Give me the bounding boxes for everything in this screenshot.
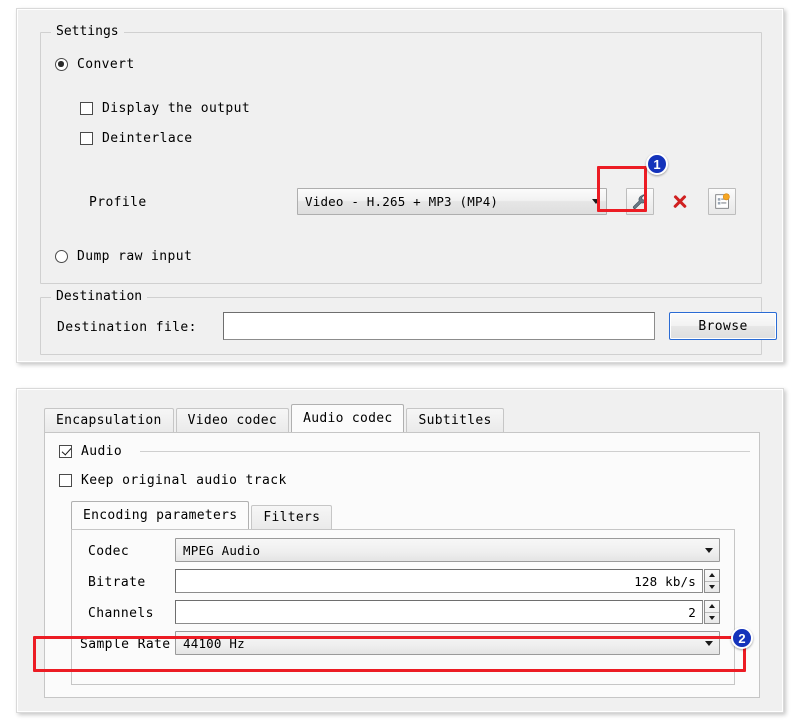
- sample-rate-combobox[interactable]: 44100 Hz: [175, 631, 720, 655]
- convert-radio[interactable]: Convert: [55, 57, 135, 72]
- deinterlace-checkbox[interactable]: Deinterlace: [80, 131, 193, 146]
- profile-combobox[interactable]: Video - H.265 + MP3 (MP4): [297, 188, 607, 215]
- red-x-icon: [671, 193, 689, 211]
- tab-filters[interactable]: Filters: [251, 505, 333, 529]
- channels-input[interactable]: 2: [175, 600, 703, 624]
- tab-encoding-parameters-label: Encoding parameters: [83, 508, 238, 523]
- encoding-parameters-tabpage: Codec MPEG Audio Bitrate 128 kb/s Channe…: [71, 529, 735, 685]
- chevron-down-icon: [586, 189, 606, 214]
- profile-label: Profile: [89, 195, 147, 210]
- bitrate-label: Bitrate: [88, 575, 146, 590]
- wrench-icon: [632, 193, 647, 209]
- profile-edition-window: Encapsulation Video codec Audio codec Su…: [16, 388, 784, 713]
- tab-audio-codec[interactable]: Audio codec: [291, 404, 405, 432]
- convert-settings-window-body: Settings Convert Display the output Dein…: [17, 9, 783, 362]
- codec-combobox-value: MPEG Audio: [183, 542, 261, 558]
- sample-rate-label: Sample Rate: [80, 637, 171, 652]
- codec-tabstrip: Encapsulation Video codec Audio codec Su…: [44, 404, 506, 432]
- convert-radio-label: Convert: [77, 57, 135, 72]
- audio-codec-tabpage: Audio Keep original audio track Encoding…: [44, 432, 760, 698]
- tab-encapsulation[interactable]: Encapsulation: [44, 408, 174, 432]
- channels-stepper-up[interactable]: [705, 601, 719, 613]
- bitrate-input[interactable]: 128 kb/s: [175, 569, 703, 593]
- new-profile-icon: [714, 193, 730, 209]
- edit-profile-button[interactable]: [626, 188, 654, 215]
- dump-raw-input-radio[interactable]: Dump raw input: [55, 249, 192, 264]
- tab-video-codec-label: Video codec: [187, 413, 278, 428]
- channels-value: 2: [688, 604, 696, 620]
- channels-stepper[interactable]: [704, 600, 720, 624]
- destination-groupbox-title: Destination: [51, 289, 148, 305]
- destination-groupbox: Destination Destination file: Browse: [40, 289, 777, 355]
- display-output-checkbox[interactable]: Display the output: [80, 101, 250, 116]
- checkbox-empty-icon: [59, 474, 72, 487]
- delete-profile-button[interactable]: [666, 188, 694, 215]
- bitrate-stepper[interactable]: [704, 569, 720, 593]
- audio-enable-label: Audio: [81, 444, 123, 459]
- tab-audio-codec-label: Audio codec: [303, 411, 393, 426]
- tab-subtitles-label: Subtitles: [418, 413, 492, 428]
- keep-original-track-label: Keep original audio track: [81, 473, 287, 488]
- convert-settings-window: Settings Convert Display the output Dein…: [16, 8, 784, 363]
- keep-original-track-checkbox[interactable]: Keep original audio track: [59, 473, 287, 488]
- profile-combobox-value: Video - H.265 + MP3 (MP4): [305, 194, 499, 209]
- bitrate-value: 128 kb/s: [634, 573, 696, 589]
- chevron-down-icon: [699, 539, 719, 561]
- codec-combobox[interactable]: MPEG Audio: [175, 538, 720, 562]
- new-profile-button[interactable]: [708, 188, 736, 215]
- audio-enable-checkbox[interactable]: Audio: [59, 444, 122, 459]
- bitrate-stepper-up[interactable]: [705, 570, 719, 582]
- tab-encoding-parameters[interactable]: Encoding parameters: [71, 501, 250, 529]
- tab-subtitles[interactable]: Subtitles: [406, 408, 504, 432]
- bitrate-stepper-down[interactable]: [705, 582, 719, 593]
- tab-filters-label: Filters: [263, 510, 321, 525]
- channels-stepper-down[interactable]: [705, 613, 719, 624]
- chevron-down-icon: [699, 632, 719, 654]
- tab-encapsulation-label: Encapsulation: [56, 413, 162, 428]
- checkbox-empty-icon: [80, 132, 93, 145]
- tab-video-codec[interactable]: Video codec: [175, 408, 290, 432]
- profile-edition-window-body: Encapsulation Video codec Audio codec Su…: [17, 389, 783, 712]
- radio-empty-icon: [55, 250, 68, 263]
- checkbox-empty-icon: [80, 102, 93, 115]
- deinterlace-label: Deinterlace: [102, 131, 193, 146]
- sample-rate-combobox-value: 44100 Hz: [183, 635, 245, 651]
- dump-raw-input-label: Dump raw input: [77, 249, 193, 264]
- annotation-badge-1: 1: [646, 153, 668, 175]
- destination-file-label: Destination file:: [57, 320, 197, 335]
- display-output-label: Display the output: [102, 101, 251, 116]
- encoding-tabstrip: Encoding parameters Filters: [71, 501, 334, 529]
- codec-label: Codec: [88, 544, 130, 559]
- destination-file-input[interactable]: [223, 312, 655, 340]
- browse-button[interactable]: Browse: [669, 312, 777, 340]
- checkbox-checked-icon: [59, 445, 72, 458]
- settings-groupbox-title: Settings: [51, 24, 124, 40]
- channels-label: Channels: [88, 606, 154, 621]
- browse-button-label: Browse: [698, 318, 748, 334]
- radio-selected-icon: [55, 58, 68, 71]
- annotation-badge-2: 2: [731, 627, 753, 649]
- audio-group-divider: [140, 451, 750, 452]
